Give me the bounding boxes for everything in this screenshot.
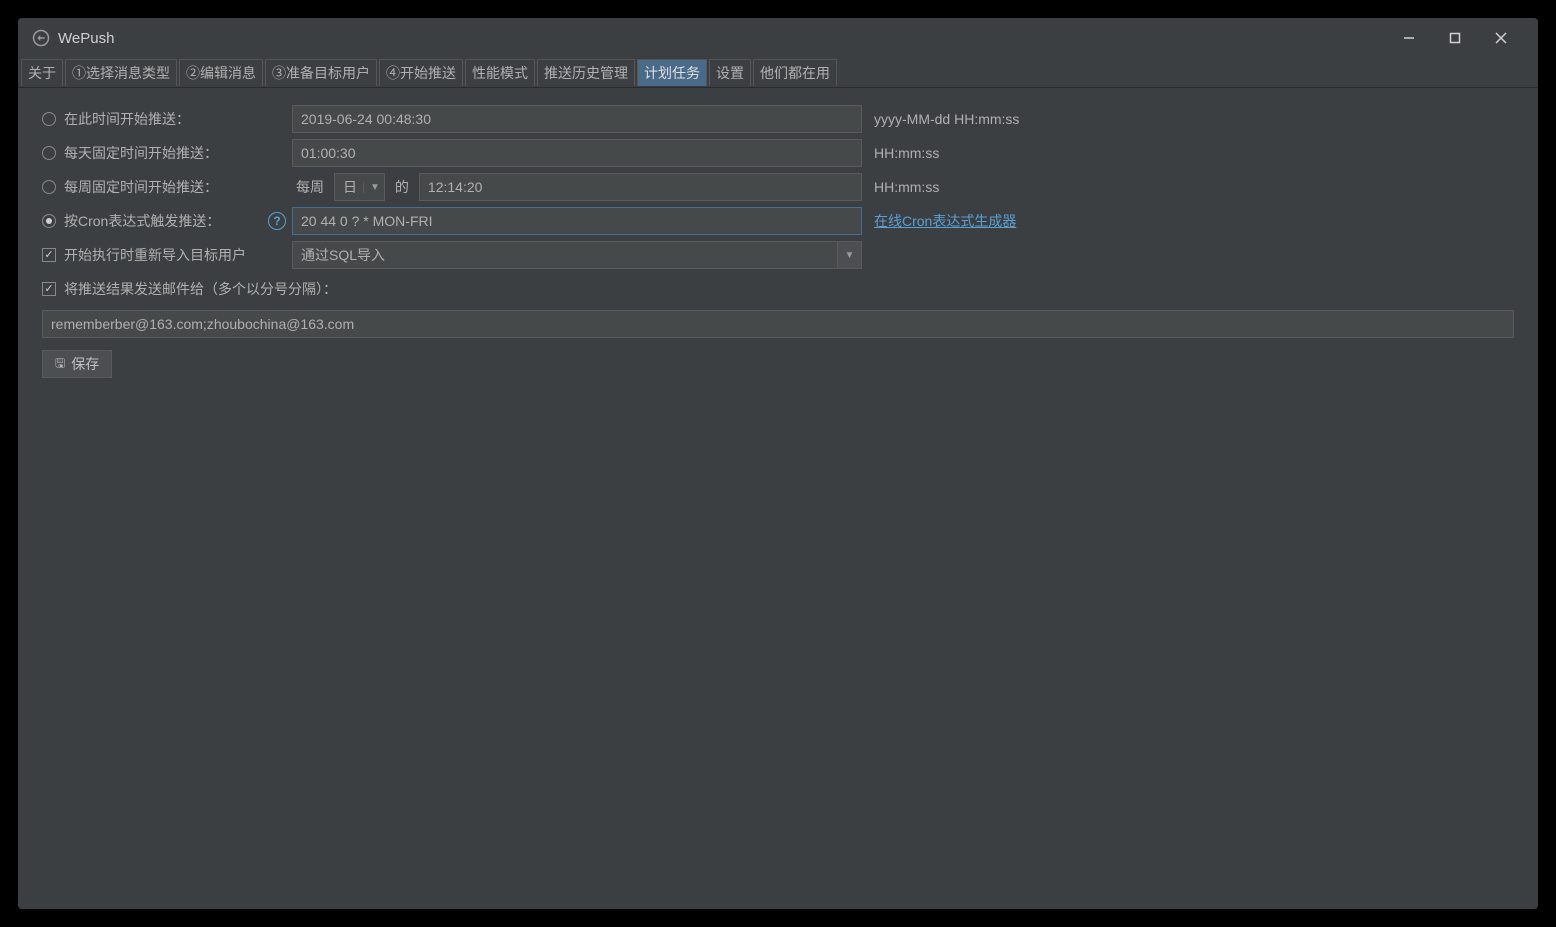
tab-3[interactable]: ③准备目标用户 [265, 59, 377, 86]
radio-weekly[interactable] [42, 180, 56, 194]
tab-0[interactable]: 关于 [21, 59, 63, 86]
radio-daily[interactable] [42, 146, 56, 160]
tab-9[interactable]: 他们都在用 [753, 59, 837, 86]
input-weekly-time[interactable] [419, 173, 862, 201]
label-cron: 按Cron表达式触发推送： [64, 211, 220, 231]
select-weekday-value: 日 [343, 177, 357, 197]
weekly-prefix: 每周 [292, 177, 328, 197]
save-button[interactable]: 🖫 保存 [42, 350, 112, 378]
minimize-button[interactable] [1386, 22, 1432, 54]
label-daily: 每天固定时间开始推送： [64, 143, 218, 163]
help-icon[interactable]: ? [268, 212, 286, 230]
app-logo-icon [32, 29, 50, 47]
input-daily[interactable] [292, 139, 862, 167]
input-start-at[interactable] [292, 105, 862, 133]
chevron-down-icon: ▼ [838, 241, 862, 269]
tab-2[interactable]: ②编辑消息 [179, 59, 263, 86]
tab-1[interactable]: ①选择消息类型 [65, 59, 177, 86]
tab-bar: 关于①选择消息类型②编辑消息③准备目标用户④开始推送性能模式推送历史管理计划任务… [18, 58, 1538, 88]
checkbox-reimport[interactable] [42, 248, 56, 262]
app-title: WePush [58, 30, 114, 47]
label-weekly: 每周固定时间开始推送： [64, 177, 218, 197]
hint-start-at: yyyy-MM-dd HH:mm:ss [874, 111, 1019, 127]
checkbox-email[interactable] [42, 282, 56, 296]
app-window: WePush 关于①选择消息类型②编辑消息③准备目标用户④开始推送性能模式推送历… [18, 18, 1538, 909]
radio-cron[interactable] [42, 214, 56, 228]
tab-5[interactable]: 性能模式 [465, 59, 535, 86]
input-cron[interactable] [292, 207, 862, 235]
tab-8[interactable]: 设置 [709, 59, 751, 86]
weekly-mid: 的 [391, 177, 413, 197]
content-panel: 在此时间开始推送： yyyy-MM-dd HH:mm:ss 每天固定时间开始推送… [18, 88, 1538, 909]
input-email[interactable] [42, 310, 1514, 338]
chevron-down-icon: ▼ [363, 182, 380, 193]
titlebar: WePush [18, 18, 1538, 58]
select-reimport-value: 通过SQL导入 [292, 241, 838, 269]
hint-weekly: HH:mm:ss [874, 179, 939, 195]
save-button-label: 保存 [71, 354, 99, 374]
tab-7[interactable]: 计划任务 [637, 59, 707, 86]
select-weekday[interactable]: 日 ▼ [334, 173, 385, 201]
save-icon: 🖫 [55, 354, 65, 375]
label-reimport: 开始执行时重新导入目标用户 [64, 245, 246, 265]
hint-daily: HH:mm:ss [874, 145, 939, 161]
maximize-button[interactable] [1432, 22, 1478, 54]
select-reimport-method[interactable]: 通过SQL导入 ▼ [292, 241, 862, 269]
link-cron-generator[interactable]: 在线Cron表达式生成器 [874, 213, 1016, 229]
tab-6[interactable]: 推送历史管理 [537, 59, 635, 86]
label-start-at: 在此时间开始推送： [64, 109, 190, 129]
radio-start-at[interactable] [42, 112, 56, 126]
close-button[interactable] [1478, 22, 1524, 54]
tab-4[interactable]: ④开始推送 [379, 59, 463, 86]
label-email: 将推送结果发送邮件给（多个以分号分隔）： [64, 279, 337, 299]
